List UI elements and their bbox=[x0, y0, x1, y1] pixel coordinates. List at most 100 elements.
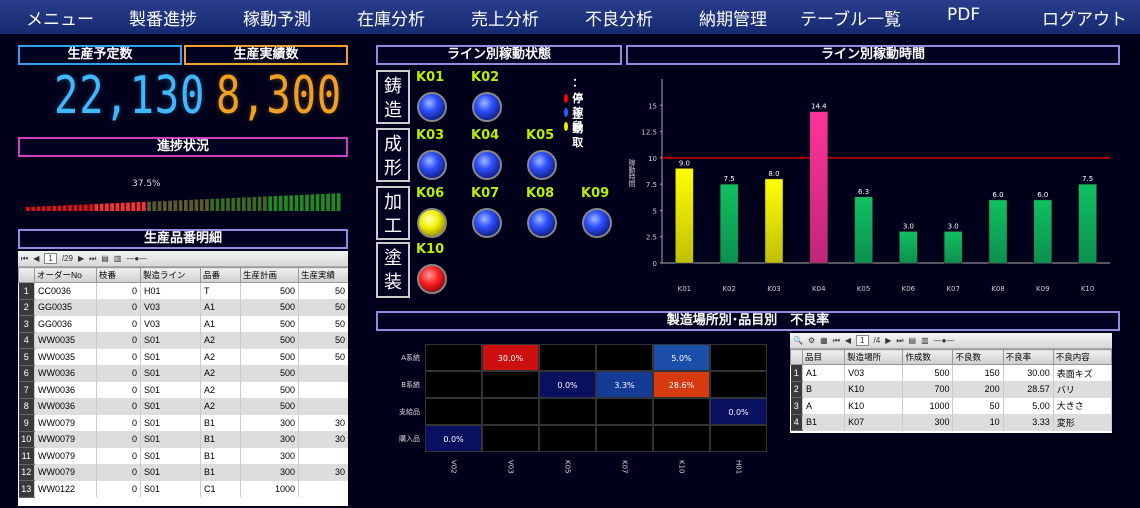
heatmap-cell[interactable] bbox=[710, 371, 767, 398]
table-row[interactable]: 4 WW0035 0 S01 A2 500 50 bbox=[18, 332, 348, 349]
heatmap-cell[interactable] bbox=[425, 344, 482, 371]
status-lamp-icon[interactable] bbox=[417, 264, 447, 294]
table-row[interactable]: 11 WW0079 0 S01 B1 300 bbox=[18, 447, 348, 465]
zoom-slider[interactable]: —●— bbox=[126, 254, 147, 263]
last-page-icon[interactable]: ⏭ bbox=[896, 336, 903, 346]
bar[interactable] bbox=[719, 183, 739, 264]
heatmap-cell[interactable] bbox=[425, 371, 482, 398]
bar[interactable] bbox=[809, 111, 829, 264]
table-row[interactable]: 13 WW0122 0 S01 C1 1000 bbox=[18, 480, 348, 498]
heatmap-cell[interactable] bbox=[482, 371, 539, 398]
heatmap-cell[interactable] bbox=[596, 425, 653, 452]
first-page-icon[interactable]: ⏮ bbox=[21, 254, 28, 264]
status-lamp-icon[interactable] bbox=[417, 92, 447, 122]
table-row[interactable]: 1 CC0036 0 H01 T 500 50 bbox=[18, 282, 348, 300]
table-row[interactable]: 8 WW0036 0 S01 A2 500 bbox=[18, 398, 348, 415]
bar[interactable] bbox=[1078, 183, 1097, 264]
column-header[interactable]: 不良内容 bbox=[1052, 349, 1112, 365]
column-header[interactable]: 品番 bbox=[200, 267, 241, 283]
heatmap-cell[interactable] bbox=[539, 344, 596, 371]
column-header[interactable]: 品目 bbox=[802, 349, 846, 365]
column-header[interactable]: 生産計画 bbox=[240, 267, 299, 283]
menu-item-inventory-analysis[interactable]: 在庫分析 bbox=[357, 5, 425, 30]
table-row[interactable]: 2 B K10 700 200 28.57 バリ bbox=[790, 381, 1112, 398]
next-page-icon[interactable]: ▶ bbox=[78, 254, 84, 263]
heatmap-cell[interactable] bbox=[596, 344, 653, 371]
status-lamp-icon[interactable] bbox=[417, 208, 447, 238]
heatmap-cell[interactable]: 0.0% bbox=[425, 425, 482, 452]
heatmap-cell[interactable]: 30.0% bbox=[482, 344, 539, 371]
print-icon[interactable]: ▥ bbox=[114, 254, 122, 263]
next-page-icon[interactable]: ▶ bbox=[885, 336, 891, 345]
heatmap-cell[interactable] bbox=[539, 425, 596, 452]
table-icon[interactable]: ▦ bbox=[820, 336, 828, 345]
bar[interactable] bbox=[1033, 199, 1053, 264]
heatmap-cell[interactable] bbox=[425, 398, 482, 425]
column-header[interactable]: 枝番 bbox=[96, 267, 141, 283]
heatmap-cell[interactable] bbox=[710, 425, 767, 452]
menu-item-pdf[interactable]: PDF bbox=[947, 5, 980, 25]
heatmap-cell[interactable] bbox=[482, 398, 539, 425]
table-row[interactable]: 3 A K10 1000 50 5.00 大きさ bbox=[790, 397, 1112, 415]
search-icon[interactable]: 🔍 bbox=[793, 336, 803, 345]
table-row[interactable]: 12 WW0079 0 S01 B1 300 30 bbox=[18, 464, 348, 481]
table-row[interactable]: 4 B1 K07 300 10 3.33 変形 bbox=[790, 414, 1112, 431]
status-lamp-icon[interactable] bbox=[417, 150, 447, 180]
status-lamp-icon[interactable] bbox=[527, 150, 557, 180]
status-lamp-icon[interactable] bbox=[472, 150, 502, 180]
heatmap-cell[interactable] bbox=[482, 425, 539, 452]
menu-item-operation-forecast[interactable]: 稼動予測 bbox=[243, 5, 311, 30]
column-header[interactable]: 作成数 bbox=[902, 349, 954, 365]
prev-page-icon[interactable]: ◀ bbox=[33, 254, 39, 263]
menu-item-delivery-management[interactable]: 納期管理 bbox=[699, 5, 767, 30]
settings-icon[interactable]: ⚙ bbox=[808, 336, 815, 345]
menu-item-sales-analysis[interactable]: 売上分析 bbox=[471, 5, 539, 30]
heatmap-cell[interactable] bbox=[653, 398, 710, 425]
heatmap-cell[interactable]: 3.3% bbox=[596, 371, 653, 398]
prev-page-icon[interactable]: ◀ bbox=[845, 336, 851, 345]
table-row[interactable]: 9 WW0079 0 S01 B1 300 30 bbox=[18, 414, 348, 432]
table-row[interactable]: 1 A1 V03 500 150 30.00 表面キズ bbox=[790, 364, 1112, 382]
bar[interactable] bbox=[764, 178, 784, 264]
heatmap-cell[interactable] bbox=[653, 425, 710, 452]
status-lamp-icon[interactable] bbox=[582, 208, 612, 238]
bar[interactable] bbox=[675, 168, 694, 264]
heatmap-cell[interactable]: 0.0% bbox=[539, 371, 596, 398]
table-row[interactable]: 3 GG0036 0 V03 A1 500 50 bbox=[18, 315, 348, 333]
heatmap-cell[interactable] bbox=[539, 398, 596, 425]
column-header[interactable]: 生産実績 bbox=[298, 267, 348, 283]
table-row[interactable]: 7 WW0036 0 S01 A2 500 bbox=[18, 381, 348, 399]
bar[interactable] bbox=[988, 199, 1008, 264]
status-lamp-icon[interactable] bbox=[472, 208, 502, 238]
status-lamp-icon[interactable] bbox=[472, 92, 502, 122]
page-input[interactable]: 1 bbox=[856, 335, 869, 346]
heatmap-cell[interactable] bbox=[710, 344, 767, 371]
bar[interactable] bbox=[854, 196, 873, 264]
print-icon[interactable]: ▥ bbox=[921, 336, 929, 345]
column-header[interactable]: 不良率 bbox=[1002, 349, 1054, 365]
column-header[interactable]: 製造ライン bbox=[140, 267, 201, 283]
first-page-icon[interactable]: ⏮ bbox=[833, 336, 840, 346]
heatmap-cell[interactable] bbox=[596, 398, 653, 425]
table-row[interactable]: 6 WW0036 0 S01 A2 500 bbox=[18, 365, 348, 382]
column-header[interactable]: 製造場所 bbox=[844, 349, 904, 365]
table-row[interactable]: 2 GG0035 0 V03 A1 500 50 bbox=[18, 299, 348, 316]
last-page-icon[interactable]: ⏭ bbox=[89, 254, 96, 264]
menu-item-table-list[interactable]: テーブル一覧 bbox=[800, 5, 901, 30]
table-row[interactable]: 5 WW0035 0 S01 A2 500 50 bbox=[18, 348, 348, 366]
heatmap-cell[interactable]: 28.6% bbox=[653, 371, 710, 398]
menu-item-defect-analysis[interactable]: 不良分析 bbox=[585, 5, 653, 30]
export-icon[interactable]: ▤ bbox=[101, 254, 109, 263]
table-row[interactable]: 10 WW0079 0 S01 B1 300 30 bbox=[18, 431, 348, 448]
bar[interactable] bbox=[899, 231, 918, 264]
menu-item-production-progress[interactable]: 製番進捗 bbox=[129, 5, 197, 30]
column-header[interactable]: オーダーNo bbox=[34, 267, 97, 283]
zoom-slider[interactable]: —●— bbox=[934, 336, 955, 345]
export-icon[interactable]: ▤ bbox=[909, 336, 917, 345]
heatmap-cell[interactable]: 5.0% bbox=[653, 344, 710, 371]
heatmap-cell[interactable]: 0.0% bbox=[710, 398, 767, 425]
menu-item-logout[interactable]: ログアウト bbox=[1042, 5, 1127, 30]
page-input[interactable]: 1 bbox=[44, 253, 57, 264]
column-header[interactable]: 不良数 bbox=[952, 349, 1004, 365]
menu-item-menu[interactable]: メニュー bbox=[26, 5, 94, 30]
